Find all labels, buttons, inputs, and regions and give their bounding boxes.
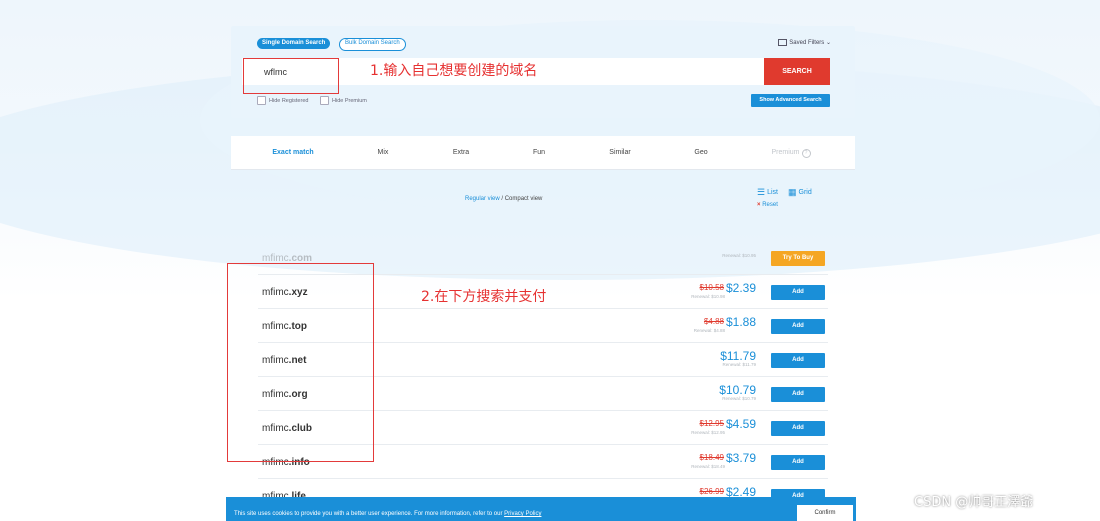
annotation-box-input [243,58,339,94]
try-to-buy-button[interactable]: Try To Buy [771,251,825,266]
renewal-price: Renewal: $12.95 [691,430,725,435]
tab-geo[interactable]: Geo [679,136,723,169]
reset-button[interactable]: × Reset [757,202,778,208]
add-to-cart-button[interactable]: Add [771,387,825,402]
watermark: CSDN @帅哥正澤爺 [914,495,1034,510]
sale-price: $1.88 [725,315,756,329]
grid-view-button[interactable]: ▦ Grid [787,187,812,197]
privacy-policy-link[interactable]: Privacy Policy [504,511,541,517]
list-icon: ☰ [757,187,766,197]
cookie-message: This site uses cookies to provide you wi… [234,511,505,517]
tab-bulk-domain-search[interactable]: Bulk Domain Search [339,38,406,51]
add-to-cart-button[interactable]: Add [771,319,825,334]
tab-premium-label: Premium [771,149,800,156]
tab-mix[interactable]: Mix [361,136,405,169]
hide-premium-checkbox[interactable]: Hide Premium [320,96,367,105]
hide-premium-label: Hide Premium [332,97,367,104]
grid-label: Grid [798,189,812,197]
add-to-cart-button[interactable]: Add [771,455,825,470]
saved-filters-dropdown[interactable]: Saved Filters ⌄ [778,39,831,46]
original-price: $12.95 [699,419,724,428]
sale-price: $3.79 [725,451,756,465]
checkbox-box[interactable] [320,96,329,105]
cookie-banner: This site uses cookies to provide you wi… [226,497,856,521]
cookie-confirm-button[interactable]: Confirm [797,505,853,521]
renewal-price: Renewal: $10.98 [691,294,725,299]
add-to-cart-button[interactable]: Add [771,421,825,436]
annotation-step1: 1.输入自己想要创建的域名 [370,63,538,79]
tab-premium[interactable]: Premium? [761,136,821,169]
reset-label: Reset [762,202,778,208]
hide-registered-label: Hide Registered [269,97,309,104]
annotation-box-list [227,263,374,462]
annotation-step2: 2.在下方搜索并支付 [421,289,547,305]
help-icon[interactable]: ? [801,149,811,158]
hide-registered-checkbox[interactable]: Hide Registered [257,96,308,105]
compact-view-link[interactable]: Compact view [505,196,543,202]
folder-icon [778,39,788,46]
add-to-cart-button[interactable]: Add [771,353,825,368]
renewal-price: Renewal: $18.49 [691,464,725,469]
add-to-cart-button[interactable]: Add [771,285,825,300]
list-view-button[interactable]: ☰ List [757,187,778,197]
sale-price: $10.79 [719,383,756,397]
tab-extra[interactable]: Extra [439,136,483,169]
list-grid-toggle: ☰ List ▦ Grid [757,187,812,198]
tab-fun[interactable]: Fun [517,136,561,169]
search-button[interactable]: SEARCH [764,58,830,85]
show-advanced-search-button[interactable]: Show Advanced Search [751,94,830,107]
grid-icon: ▦ [787,187,797,197]
list-label: List [767,189,778,197]
saved-filters-label: Saved Filters [789,40,825,47]
original-price: $4.88 [703,317,724,326]
original-price: $26.99 [699,487,724,496]
tab-exact-match[interactable]: Exact match [261,136,325,169]
sale-price: $2.39 [725,281,756,295]
sale-price: $4.59 [725,417,756,431]
checkbox-box[interactable] [257,96,266,105]
renewal-price: Renewal: $10.95 [722,253,756,258]
view-toggle: Regular view / Compact view [465,196,542,202]
renewal-price: Renewal: $4.88 [693,328,725,333]
tab-similar[interactable]: Similar [595,136,645,169]
close-icon: × [757,202,761,208]
original-price: $10.58 [699,283,724,292]
regular-view-link[interactable]: Regular view [465,196,500,202]
sale-price: $11.79 [720,349,756,363]
original-price: $18.49 [699,453,724,462]
result-tabs: Exact match Mix Extra Fun Similar Geo Pr… [231,136,855,170]
tab-single-domain-search[interactable]: Single Domain Search [257,38,331,49]
cookie-text: This site uses cookies to provide you wi… [234,511,541,517]
